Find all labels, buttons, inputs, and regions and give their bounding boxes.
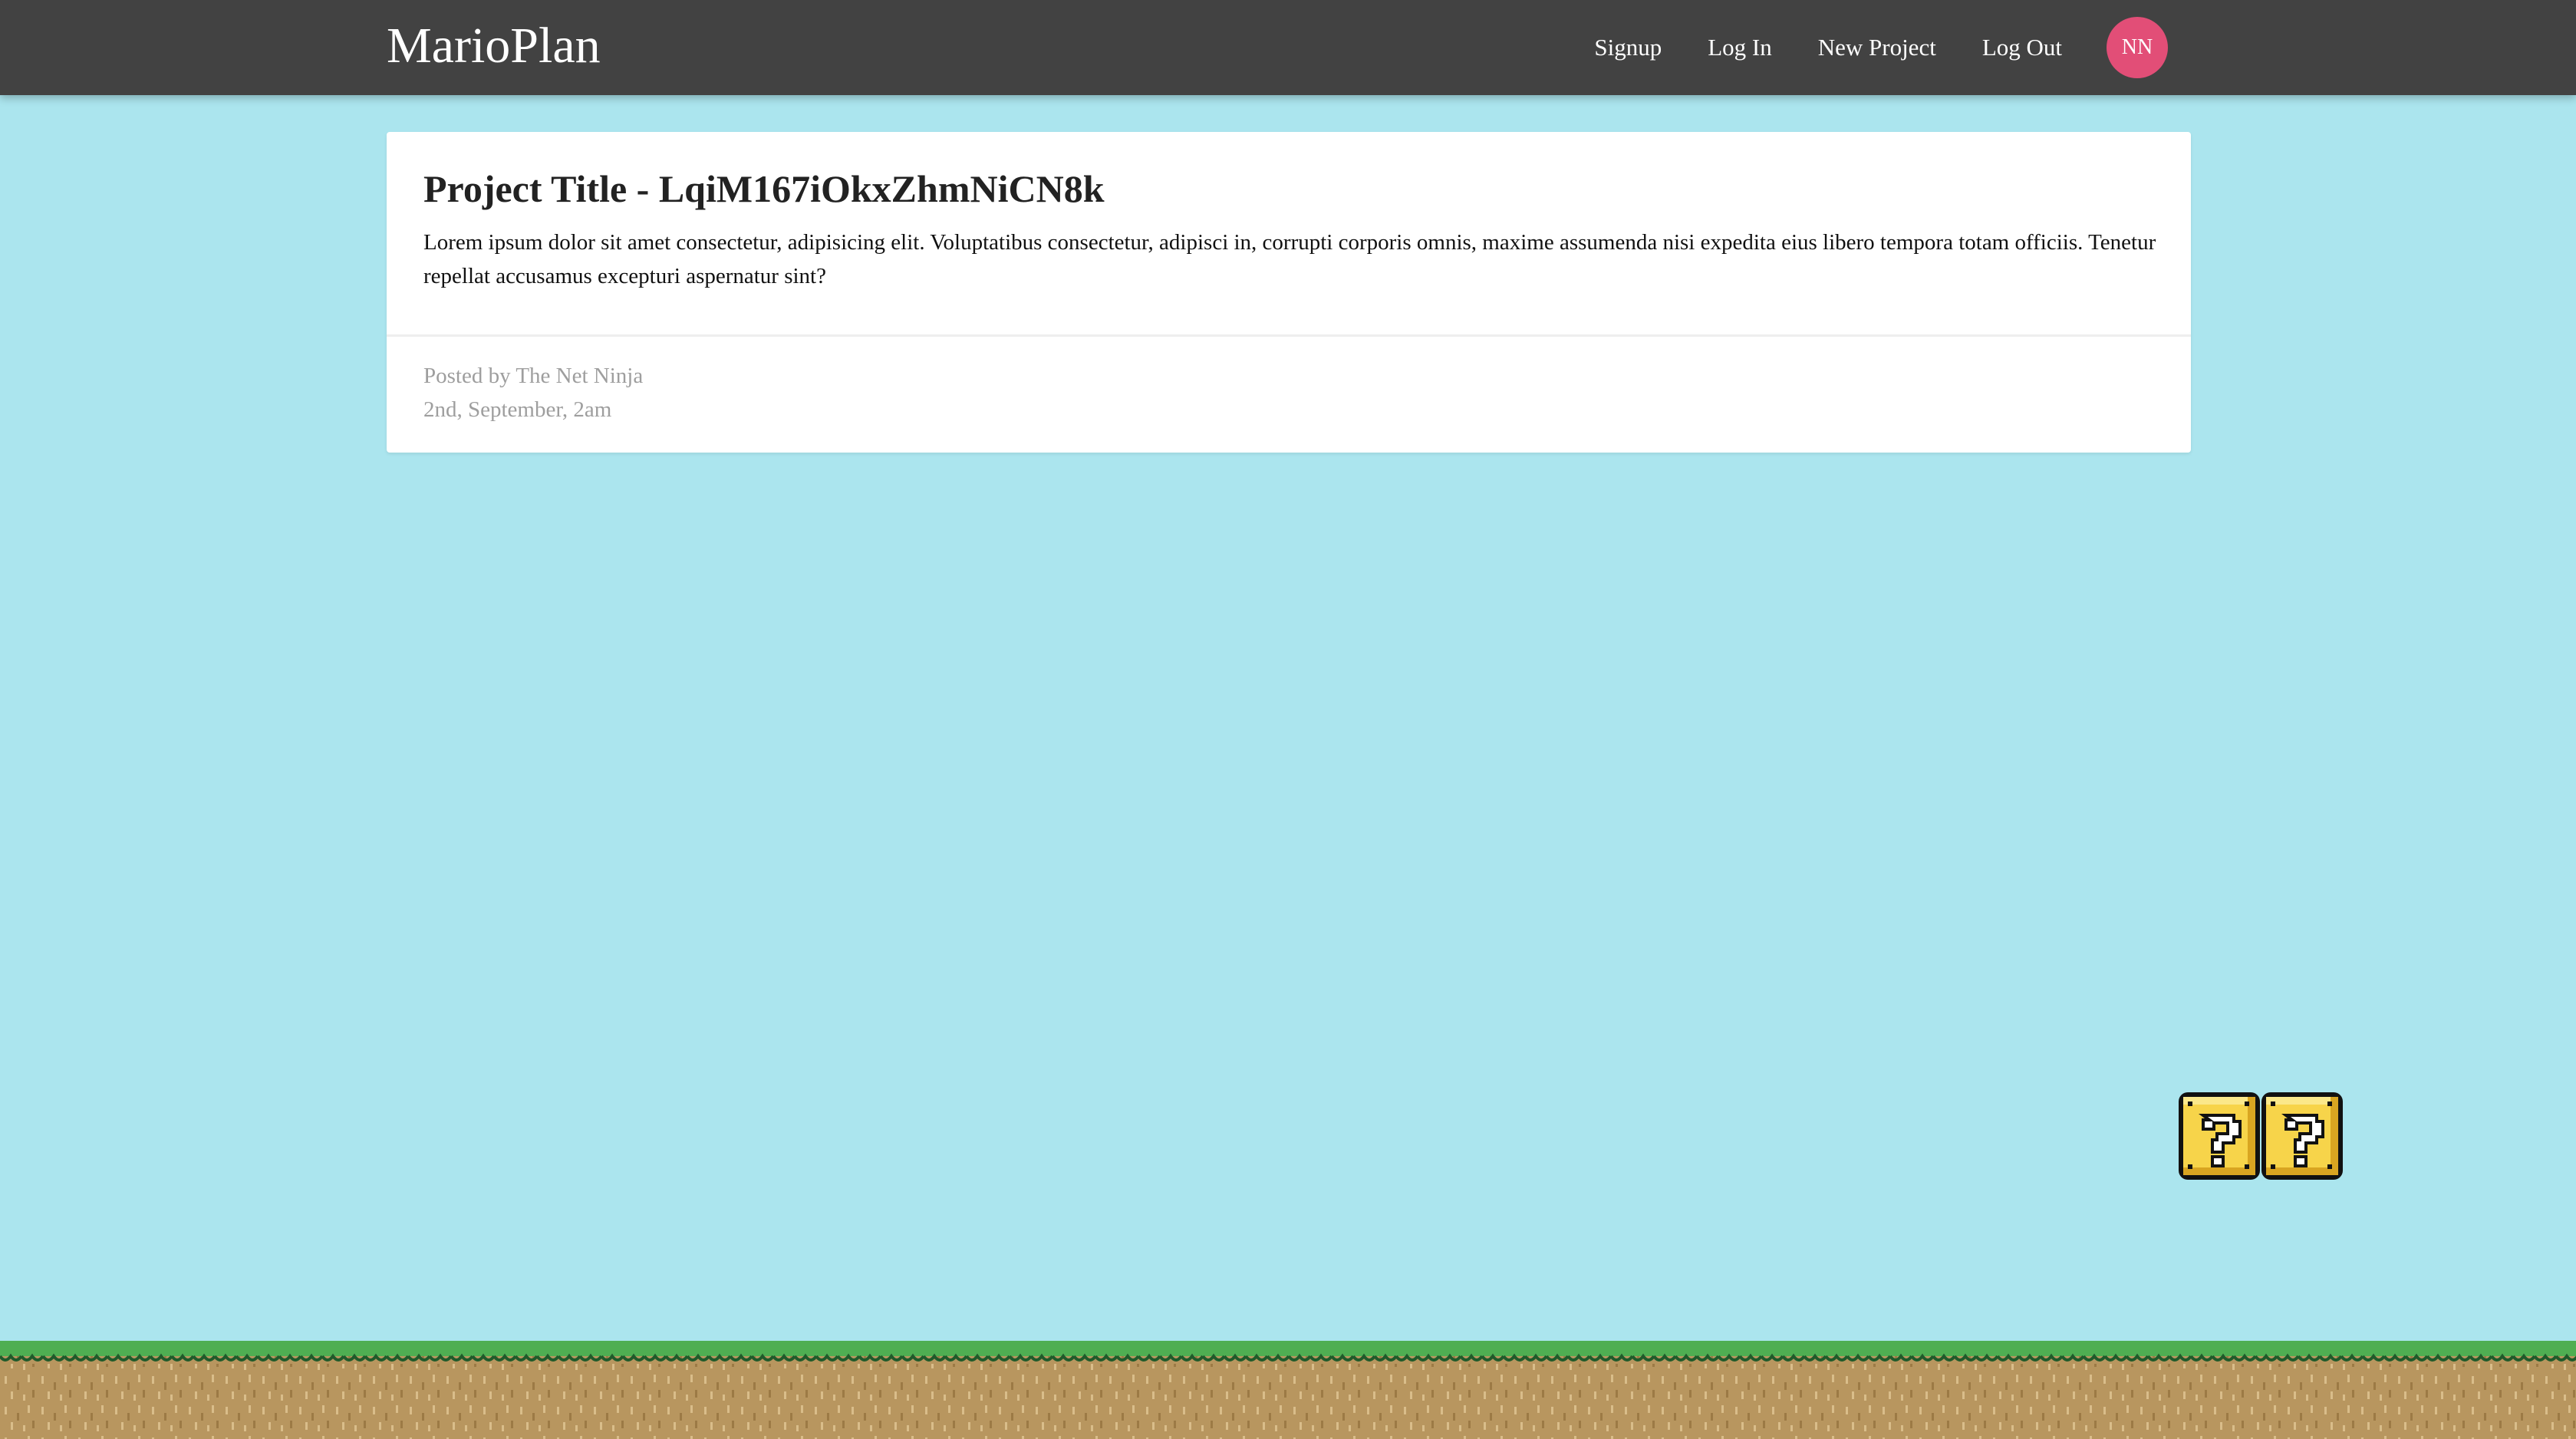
project-content: Lorem ipsum dolor sit amet consectetur, … — [423, 230, 2156, 288]
nav-links: Signup Log In New Project Log Out NN — [1594, 0, 2576, 95]
posted-by: Posted by The Net Ninja — [423, 364, 644, 388]
login-link[interactable]: Log In — [1708, 32, 1772, 63]
card-divider — [387, 334, 2191, 337]
project-title: Project Title - LqiM167iOkxZhmNiCN8k — [423, 167, 1105, 210]
card-content: Project Title - LqiM167iOkxZhmNiCN8k Lor… — [387, 132, 2191, 334]
user-avatar[interactable]: NN — [2107, 17, 2168, 78]
brand-logo[interactable]: MarioPlan — [387, 17, 601, 75]
new-project-link[interactable]: New Project — [1818, 32, 1936, 63]
question-block-icon — [2261, 1092, 2343, 1180]
logout-link[interactable]: Log Out — [1982, 32, 2062, 63]
question-block-icon — [2179, 1092, 2260, 1180]
navbar: MarioPlan Signup Log In New Project Log … — [0, 0, 2576, 95]
signup-link[interactable]: Signup — [1594, 32, 1662, 63]
project-card: Project Title - LqiM167iOkxZhmNiCN8k Lor… — [387, 132, 2191, 453]
question-blocks — [2179, 1092, 2343, 1180]
post-date: 2nd, September, 2am — [423, 397, 612, 422]
card-action: Posted by The Net Ninja 2nd, September, … — [423, 359, 643, 426]
grass-ground — [0, 1341, 2576, 1439]
